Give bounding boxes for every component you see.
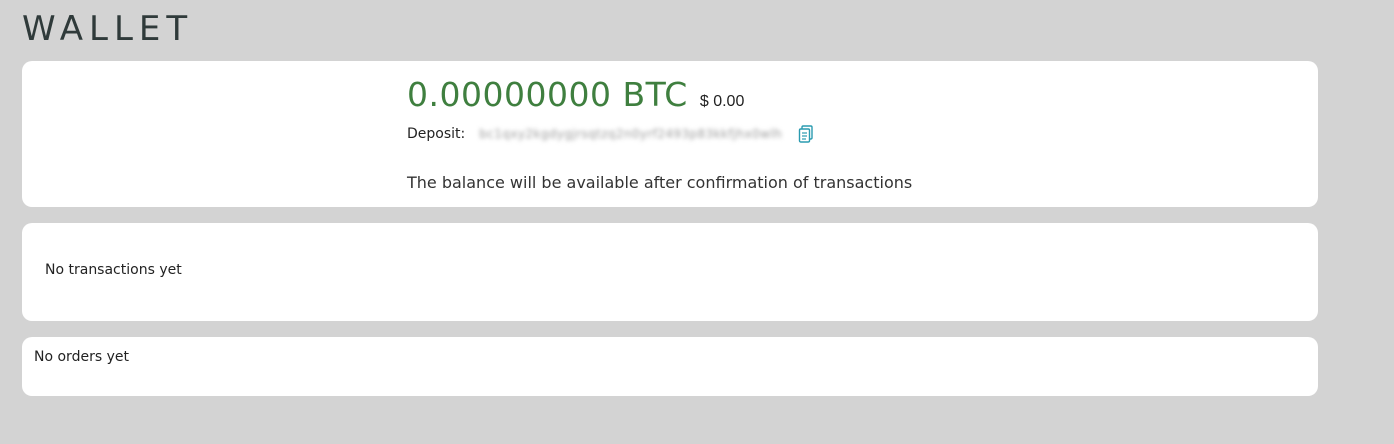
copy-icon[interactable] <box>798 125 814 143</box>
deposit-row: Deposit: bc1qxy2kgdygjrsqtzq2n0yrf2493p8… <box>407 125 814 143</box>
deposit-label: Deposit: <box>407 126 466 142</box>
deposit-address[interactable]: bc1qxy2kgdygjrsqtzq2n0yrf2493p83kkfjhx0w… <box>479 127 782 141</box>
transactions-card: No transactions yet <box>22 223 1318 321</box>
balance-row: 0.00000000 BTC $ 0.00 <box>407 75 744 114</box>
orders-card: No orders yet <box>22 337 1318 396</box>
orders-empty-text: No orders yet <box>34 349 129 365</box>
btc-balance: 0.00000000 BTC <box>407 75 688 114</box>
usd-balance: $ 0.00 <box>699 93 745 110</box>
transactions-empty-text: No transactions yet <box>45 262 182 278</box>
page-title: WALLET <box>22 9 194 49</box>
balance-note: The balance will be available after conf… <box>407 173 913 192</box>
wallet-balance-card: 0.00000000 BTC $ 0.00 Deposit: bc1qxy2kg… <box>22 61 1318 207</box>
